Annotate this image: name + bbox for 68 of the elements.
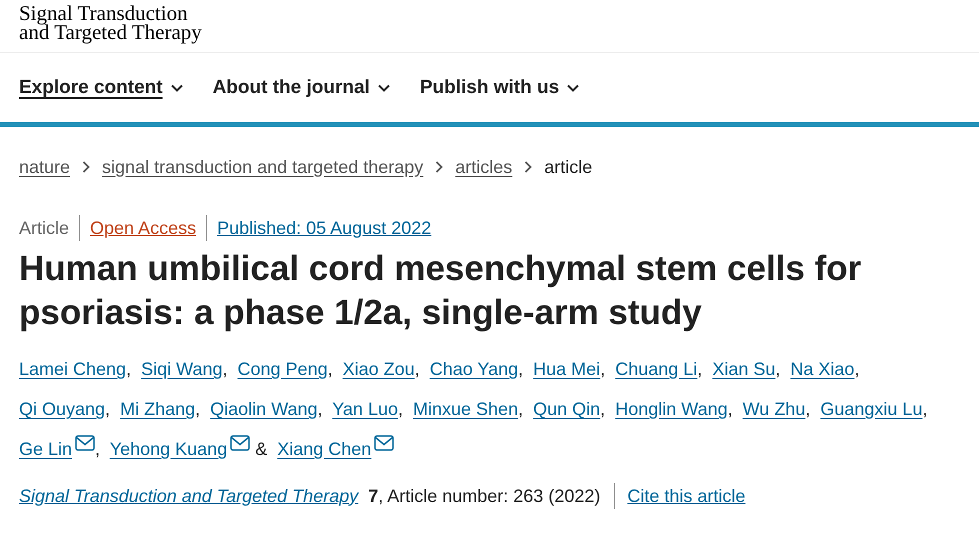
volume-number: 7 bbox=[368, 486, 378, 506]
separator: , bbox=[697, 359, 702, 379]
chevron-icon bbox=[82, 161, 90, 173]
author-link[interactable]: Qiaolin Wang bbox=[210, 399, 318, 419]
logo-text: and Targeted Therapy bbox=[19, 23, 202, 42]
separator: , bbox=[600, 399, 606, 419]
author-link[interactable]: Siqi Wang bbox=[141, 359, 222, 379]
separator: , bbox=[398, 399, 403, 419]
separator: , bbox=[805, 399, 810, 419]
separator: , bbox=[518, 359, 524, 379]
journal-link[interactable]: Signal Transduction and Targeted Therapy bbox=[19, 486, 358, 506]
chevron-icon bbox=[378, 84, 390, 92]
article-title: Human umbilical cord mesenchymal stem cells for psoriasis: a phase 1/2a, single-arm study bbox=[19, 248, 862, 334]
chevron-icon bbox=[435, 161, 444, 173]
breadcrumb-link[interactable]: signal transduction and targeted therapy bbox=[102, 156, 424, 178]
chevron-icon bbox=[524, 161, 532, 173]
nav-menu-item[interactable]: About the journal bbox=[212, 76, 390, 98]
published-date-link[interactable]: Published: 05 August 2022 bbox=[206, 215, 442, 241]
separator: , bbox=[95, 439, 100, 459]
author-link[interactable]: Hua Mei bbox=[533, 359, 600, 379]
author-link[interactable]: Honglin Wang bbox=[615, 399, 728, 419]
separator: , bbox=[105, 399, 110, 419]
author-link[interactable]: Guangxiu Lu bbox=[820, 399, 922, 419]
logo-text: Signal Transduction bbox=[19, 4, 188, 23]
separator: , bbox=[518, 399, 524, 419]
separator: , bbox=[922, 399, 928, 419]
author-link[interactable]: Lamei Cheng bbox=[19, 359, 126, 379]
author-link[interactable]: Yehong Kuang bbox=[110, 439, 228, 459]
author-link[interactable]: Wu Zhu bbox=[742, 399, 806, 419]
separator: & bbox=[255, 439, 268, 459]
separator: , bbox=[775, 359, 780, 379]
separator: , bbox=[414, 359, 420, 379]
envelope-icon[interactable] bbox=[75, 435, 96, 451]
author-link[interactable]: Xiang Chen bbox=[277, 439, 372, 459]
separator: , bbox=[728, 399, 733, 419]
chevron-icon bbox=[567, 84, 580, 92]
breadcrumb-link[interactable]: articles bbox=[455, 156, 512, 178]
breadcrumb-link[interactable]: nature bbox=[19, 156, 70, 178]
journal-logo[interactable]: Signal Transduction and Targeted Therapy bbox=[0, 0, 979, 53]
envelope-icon[interactable] bbox=[374, 435, 394, 451]
author-link[interactable]: Qi Ouyang bbox=[19, 399, 106, 419]
nav-menu-item[interactable]: Explore content bbox=[19, 76, 183, 98]
author-link[interactable]: Mi Zhang bbox=[120, 399, 196, 419]
author-link[interactable]: Qun Qin bbox=[533, 399, 600, 419]
cite-link[interactable]: Cite this article bbox=[614, 483, 746, 509]
separator: , bbox=[600, 359, 606, 379]
separator: , bbox=[854, 359, 860, 379]
author-link[interactable]: Cong Peng bbox=[238, 359, 328, 379]
chevron-icon bbox=[170, 84, 183, 92]
separator: , bbox=[222, 359, 228, 379]
author-link[interactable]: Chuang Li bbox=[615, 359, 698, 379]
separator: , bbox=[126, 359, 132, 379]
nav-menu-item[interactable]: Publish with us bbox=[420, 76, 580, 98]
separator: , bbox=[195, 399, 200, 419]
author-link[interactable]: Ge Lin bbox=[19, 439, 72, 459]
author-link[interactable]: Minxue Shen bbox=[413, 399, 518, 419]
author-link[interactable]: Xian Su bbox=[712, 359, 776, 379]
author-link[interactable]: Xiao Zou bbox=[342, 359, 415, 379]
separator: , bbox=[328, 359, 333, 379]
author-link[interactable]: Na Xiao bbox=[790, 359, 854, 379]
article-number: , Article number: 263 (2022) bbox=[378, 486, 600, 506]
breadcrumb-current: article bbox=[544, 156, 592, 178]
separator: , bbox=[318, 399, 323, 419]
author-link[interactable]: Yan Luo bbox=[332, 399, 398, 419]
open-access-link[interactable]: Open Access bbox=[79, 215, 206, 241]
article-type: Article bbox=[19, 217, 70, 240]
author-link[interactable]: Chao Yang bbox=[430, 359, 518, 379]
envelope-icon[interactable] bbox=[230, 435, 250, 451]
